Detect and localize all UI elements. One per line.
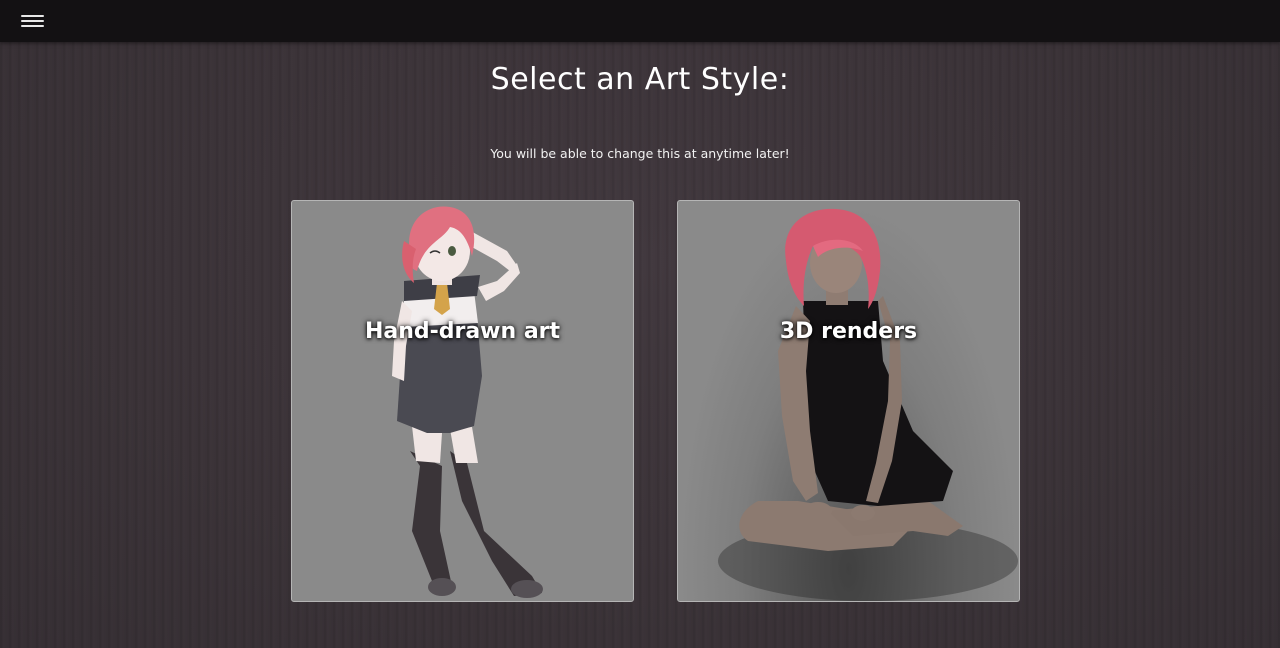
page-subtitle: You will be able to change this at anyti… xyxy=(490,146,790,161)
art-style-option-hand-drawn[interactable]: Hand-drawn art xyxy=(291,200,634,602)
page-title: Select an Art Style: xyxy=(490,62,790,97)
anime-character-illustration xyxy=(392,206,543,598)
art-style-option-3d-renders[interactable]: 3D renders xyxy=(677,200,1020,602)
3d-rendered-character xyxy=(718,208,1018,601)
hand-drawn-label: Hand-drawn art xyxy=(364,319,561,344)
3d-renders-label: 3D renders xyxy=(779,319,918,344)
hamburger-menu-icon[interactable] xyxy=(16,8,50,34)
page-background xyxy=(0,0,1280,648)
top-navbar xyxy=(0,0,1280,42)
